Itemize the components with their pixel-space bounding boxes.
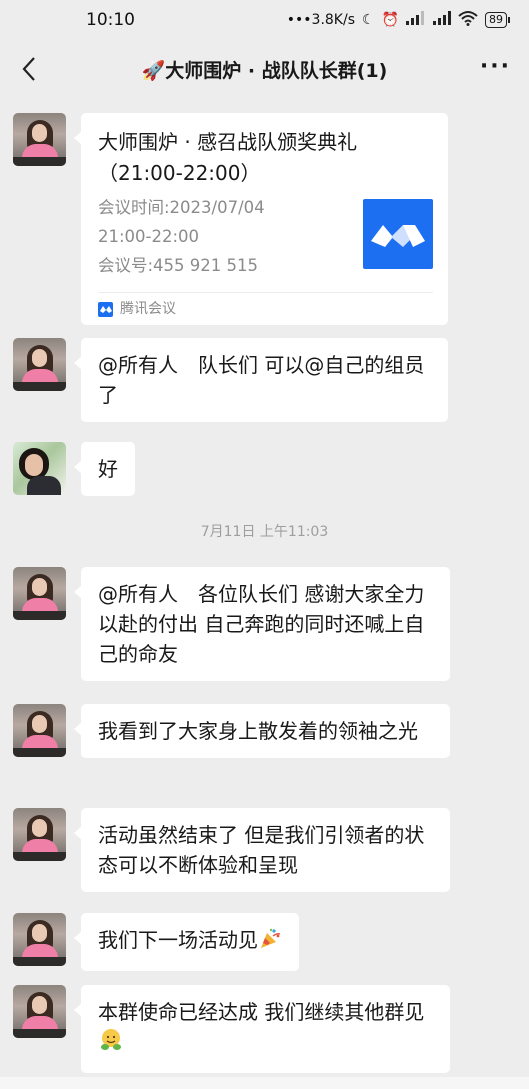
message-row: 活动虽然结束了 但是我们引领者的状态可以不断体验和呈现: [13, 808, 529, 892]
chat-title: 🚀大师围炉 · 战队队长群(1): [141, 59, 388, 82]
message-row: @所有人 各位队长们 感谢大家全力以赴的付出 自己奔跑的同时还喊上自己的命友: [13, 567, 529, 681]
message-bubble[interactable]: 本群使命已经达成 我们继续其他群见: [74, 985, 450, 1073]
message-row: 大师围炉 · 感召战队颁奖典礼（21:00-22:00） 会议时间:2023/0…: [13, 113, 529, 325]
meeting-time: 会议时间:2023/07/04: [98, 198, 265, 217]
message-bubble[interactable]: 我们下一场活动见: [74, 913, 299, 971]
message-row: 好: [13, 442, 529, 496]
status-icons: •••3.8K/s ☾ ⏰ 89: [286, 10, 510, 30]
tencent-meeting-icon: [98, 301, 113, 317]
avatar[interactable]: [13, 704, 66, 757]
avatar[interactable]: [13, 338, 66, 391]
alarm-icon: ⏰: [381, 12, 399, 28]
meeting-title: 大师围炉 · 感召战队颁奖典礼（21:00-22:00）: [98, 130, 358, 185]
timestamp: 7月11日 上午11:03: [200, 524, 329, 540]
wifi-icon: [458, 10, 478, 30]
meeting-card[interactable]: 大师围炉 · 感召战队颁奖典礼（21:00-22:00） 会议时间:2023/0…: [74, 113, 448, 325]
bottom-edge: [0, 1077, 529, 1089]
avatar[interactable]: [13, 913, 66, 966]
avatar[interactable]: [13, 985, 66, 1038]
hug-face-icon: [98, 1027, 124, 1061]
signal-icon: [406, 11, 424, 29]
message-bubble[interactable]: @所有人 队长们 可以@自己的组员了: [74, 338, 448, 422]
message-bubble[interactable]: 我看到了大家身上散发着的领袖之光: [74, 704, 450, 758]
party-popper-icon: [258, 927, 282, 959]
message-bubble[interactable]: @所有人 各位队长们 感谢大家全力以赴的付出 自己奔跑的同时还喊上自己的命友: [74, 567, 450, 681]
status-bar: 10:10 •••3.8K/s ☾ ⏰ 89: [0, 0, 529, 40]
signal-hd-icon: [431, 11, 451, 29]
back-button[interactable]: [14, 54, 44, 84]
card-source: 腾讯会议: [98, 292, 433, 325]
meeting-id: 会议号:455 921 515: [98, 256, 259, 275]
more-options-button[interactable]: ···: [480, 54, 511, 79]
message-text: 本群使命已经达成 我们继续其他群见: [98, 1000, 425, 1024]
chat-header: 🚀大师围炉 · 战队队长群(1) ···: [0, 40, 529, 98]
message-row: 我看到了大家身上散发着的领袖之光: [13, 704, 529, 758]
message-row: 本群使命已经达成 我们继续其他群见: [13, 985, 529, 1073]
net-speed: •••3.8K/s: [286, 12, 355, 28]
avatar[interactable]: [13, 113, 66, 166]
meeting-time-range: 21:00-22:00: [98, 227, 200, 246]
message-row: @所有人 队长们 可以@自己的组员了: [13, 338, 529, 422]
status-time: 10:10: [86, 10, 135, 30]
message-bubble[interactable]: 活动虽然结束了 但是我们引领者的状态可以不断体验和呈现: [74, 808, 450, 892]
chevron-left-icon: [22, 57, 35, 81]
card-source-label: 腾讯会议: [120, 301, 176, 317]
avatar[interactable]: [13, 808, 66, 861]
message-row: 我们下一场活动见: [13, 913, 529, 971]
moon-icon: ☾: [362, 12, 375, 28]
message-text: 我们下一场活动见: [98, 928, 258, 952]
avatar[interactable]: [13, 567, 66, 620]
tencent-meeting-logo-icon: [363, 199, 433, 269]
avatar[interactable]: [13, 442, 66, 495]
message-bubble[interactable]: 好: [74, 442, 135, 496]
battery-icon: 89: [485, 12, 510, 28]
